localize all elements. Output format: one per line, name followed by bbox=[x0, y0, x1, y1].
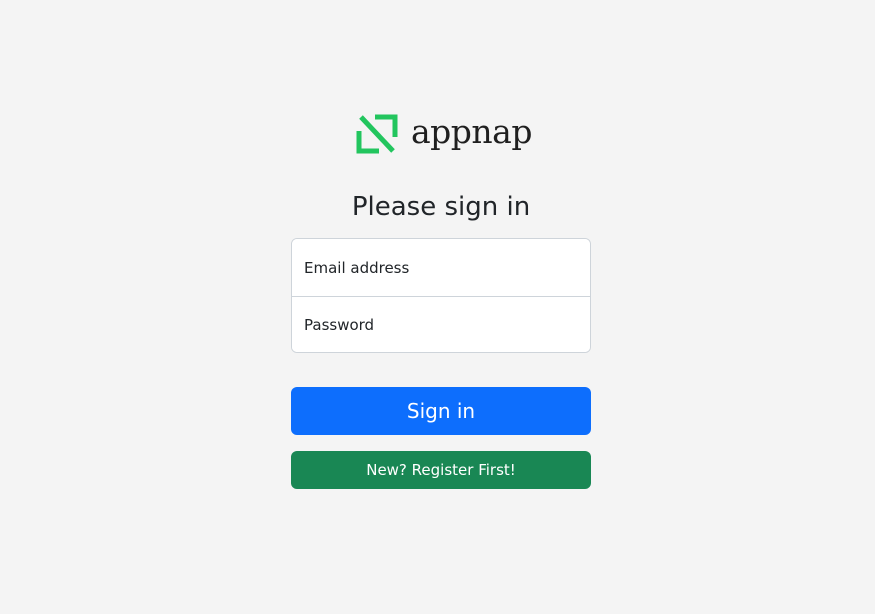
password-field[interactable] bbox=[292, 296, 590, 352]
credentials-group bbox=[291, 238, 591, 353]
page-title: Please sign in bbox=[351, 192, 531, 222]
login-page: appnap Please sign in Sign in New? Regis… bbox=[0, 0, 875, 614]
brand-logo[interactable]: appnap bbox=[355, 113, 532, 155]
brand-name: appnap bbox=[411, 111, 532, 151]
appnap-logo-icon bbox=[356, 114, 398, 154]
register-button[interactable]: New? Register First! bbox=[291, 451, 591, 489]
email-field[interactable] bbox=[292, 239, 590, 296]
sign-in-button[interactable]: Sign in bbox=[291, 387, 591, 435]
